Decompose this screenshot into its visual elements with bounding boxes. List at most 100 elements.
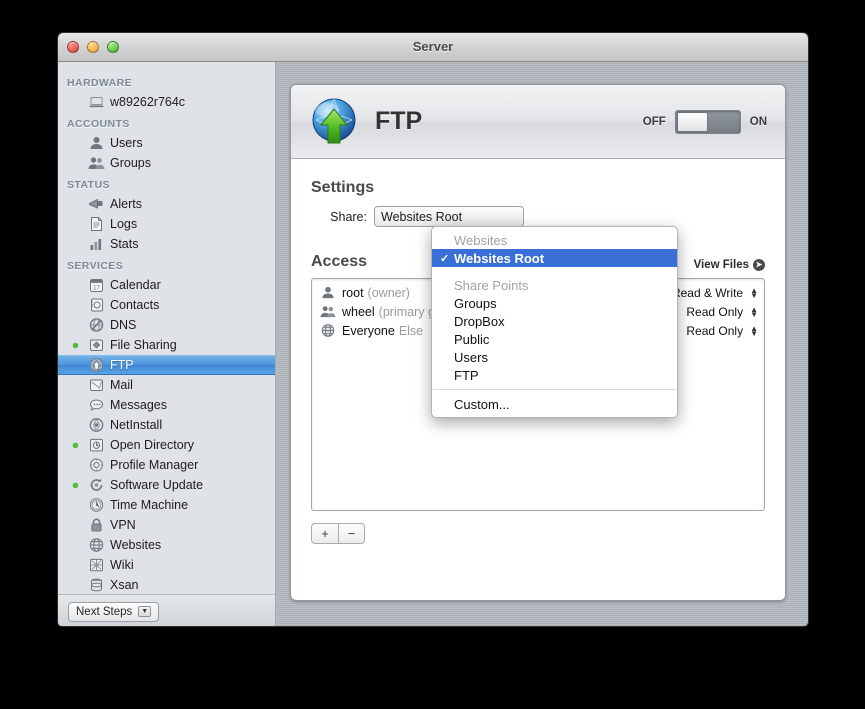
- menu-item-public[interactable]: Public: [432, 330, 677, 348]
- status-dot: [73, 343, 78, 348]
- sidebar-item-open-directory[interactable]: Open Directory: [58, 435, 275, 455]
- profilemanager-icon: [90, 458, 103, 472]
- users-icon: [88, 157, 105, 169]
- sidebar-item-netinstall[interactable]: NetInstall: [58, 415, 275, 435]
- user-icon: [90, 137, 103, 149]
- menu-item-dropbox[interactable]: DropBox: [432, 312, 677, 330]
- xsan-icon: [91, 578, 102, 592]
- sidebar-item-w89262r764c[interactable]: w89262r764c: [58, 92, 275, 112]
- filesharing-icon: [90, 339, 103, 351]
- checkmark-icon: ✓: [440, 252, 450, 265]
- remove-entry-button[interactable]: −: [338, 523, 365, 544]
- sidebar-item-file-sharing[interactable]: File Sharing: [58, 335, 275, 355]
- sidebar-item-label: Stats: [110, 237, 139, 251]
- dns-icon: [89, 318, 104, 332]
- permission-value: Read Only: [686, 323, 744, 338]
- window-titlebar[interactable]: Server: [58, 33, 808, 62]
- window-title: Server: [412, 39, 454, 54]
- sidebar-item-label: Logs: [110, 217, 138, 231]
- sidebar-item-label: Profile Manager: [110, 458, 199, 472]
- add-entry-button[interactable]: +: [311, 523, 338, 544]
- barchart-icon: [90, 239, 102, 250]
- toggle-on-label: ON: [749, 115, 767, 128]
- stepper-icon[interactable]: ▲ ▼: [750, 305, 758, 318]
- sidebar-item-label: Contacts: [110, 298, 160, 312]
- settings-heading: Settings: [311, 179, 375, 196]
- sidebar-item-websites[interactable]: Websites: [58, 535, 275, 555]
- sidebar-item-users[interactable]: Users: [58, 133, 275, 153]
- next-steps-label: Next Steps: [76, 605, 133, 618]
- sidebar-item-calendar[interactable]: 17 Calendar: [58, 275, 275, 295]
- sidebar-item-label: Users: [110, 136, 143, 150]
- sidebar-item-software-update[interactable]: Software Update: [58, 475, 275, 495]
- toggle-off-label: OFF: [642, 115, 666, 128]
- view-files-button[interactable]: View Files ➤: [694, 259, 765, 271]
- sidebar-item-label: Alerts: [110, 197, 142, 211]
- sidebar-item-groups[interactable]: Groups: [58, 153, 275, 173]
- sidebar-item-ftp[interactable]: FTP: [58, 355, 275, 375]
- access-permission-popup[interactable]: Read & Write ▲ ▼: [672, 286, 758, 300]
- sidebar-item-label: Wiki: [110, 558, 134, 572]
- access-heading: Access: [311, 253, 368, 270]
- share-dropdown-menu[interactable]: Websites ✓ Websites Root Share Points Groups…: [431, 226, 678, 418]
- share-popup-value: Websites Root: [381, 209, 463, 224]
- laptop-icon: [89, 97, 104, 108]
- sidebar-group-title: SERVICES: [67, 260, 124, 272]
- sidebar-item-label: Software Update: [110, 478, 204, 492]
- next-steps-bar: Next Steps ▼: [58, 594, 275, 626]
- service-title: FTP: [375, 107, 423, 135]
- sidebar-item-label: Messages: [110, 398, 167, 412]
- access-permission-popup[interactable]: Read Only ▲ ▼: [686, 305, 758, 319]
- megaphone-icon: [89, 198, 103, 209]
- circle-arrow-icon: ➤: [753, 259, 765, 271]
- service-header: FTP OFF ON: [291, 85, 785, 159]
- sidebar-item-time-machine[interactable]: Time Machine: [58, 495, 275, 515]
- sidebar-item-profile-manager[interactable]: Profile Manager: [58, 455, 275, 475]
- share-label: Share:: [330, 209, 367, 224]
- sidebar-item-label: VPN: [110, 518, 136, 532]
- ftp-icon: [89, 358, 104, 372]
- sidebar-item-mail[interactable]: Mail: [58, 375, 275, 395]
- sidebar-item-stats[interactable]: Stats: [58, 234, 275, 254]
- next-steps-button[interactable]: Next Steps ▼: [68, 601, 160, 622]
- document-icon: [91, 217, 102, 231]
- sidebar-group-title: ACCOUNTS: [67, 118, 130, 130]
- sidebar-item-contacts[interactable]: Contacts: [58, 295, 275, 315]
- sidebar-group-title: HARDWARE: [67, 77, 133, 89]
- sidebar: HARDWARE w89262r764c ACCOUNTS Users Groups ST…: [58, 62, 276, 626]
- sidebar-item-label: Mail: [110, 378, 133, 392]
- messages-icon: [89, 399, 104, 412]
- sidebar-item-label: Groups: [110, 156, 151, 170]
- sidebar-item-logs[interactable]: Logs: [58, 214, 275, 234]
- switch-knob[interactable]: [676, 111, 708, 132]
- view-files-label: View Files: [693, 259, 749, 271]
- menu-spacer: [432, 267, 677, 276]
- menu-item-groups[interactable]: Groups: [432, 294, 677, 312]
- status-dot: [73, 443, 78, 448]
- share-popup-button[interactable]: Websites Root: [374, 206, 524, 227]
- menu-item-users[interactable]: Users: [432, 348, 677, 366]
- server-app-window: Server HARDWARE w89262r764c ACCOUNTS Users G…: [57, 32, 809, 627]
- sidebar-item-label: File Sharing: [110, 338, 177, 352]
- menu-item-ftp[interactable]: FTP: [432, 366, 677, 384]
- wiki-icon: [90, 558, 103, 572]
- service-power-switch[interactable]: [674, 109, 741, 134]
- menu-item-custom-[interactable]: Custom...: [432, 395, 677, 413]
- access-row-name: root: [342, 285, 364, 300]
- access-permission-popup[interactable]: Read Only ▲ ▼: [686, 324, 758, 338]
- sidebar-item-xsan[interactable]: Xsan: [58, 575, 275, 595]
- sidebar-item-label: Time Machine: [110, 498, 189, 512]
- sidebar-item-messages[interactable]: Messages: [58, 395, 275, 415]
- sidebar-item-wiki[interactable]: Wiki: [58, 555, 275, 575]
- sidebar-item-dns[interactable]: DNS: [58, 315, 275, 335]
- sidebar-item-vpn[interactable]: VPN: [58, 515, 275, 535]
- access-row-name: Everyone: [342, 323, 395, 338]
- menu-item-selected[interactable]: ✓ Websites Root: [432, 249, 677, 267]
- stepper-icon[interactable]: ▲ ▼: [750, 286, 758, 299]
- stepper-icon[interactable]: ▲ ▼: [750, 324, 758, 337]
- lock-icon: [91, 518, 102, 532]
- status-dot: [73, 483, 78, 488]
- sidebar-item-alerts[interactable]: Alerts: [58, 194, 275, 214]
- access-add-remove-buttons: + −: [311, 523, 765, 544]
- svg-text:17: 17: [93, 286, 100, 292]
